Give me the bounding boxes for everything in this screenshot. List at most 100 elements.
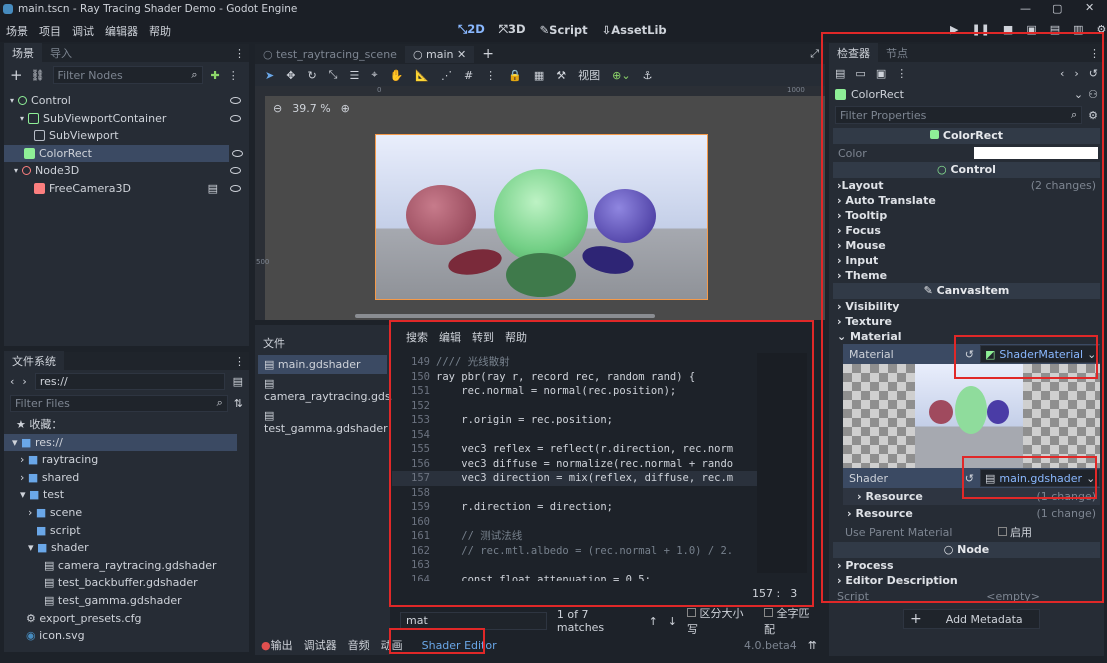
- add-tab-icon[interactable]: +: [474, 46, 502, 62]
- list-item[interactable]: ▤ camera_raytracing.gdshader: [4, 557, 249, 575]
- snap-icon[interactable]: ⋰: [441, 69, 452, 82]
- zoom-out-button[interactable]: ⊖: [273, 102, 282, 115]
- tab-debugger[interactable]: 调试器: [304, 637, 337, 653]
- find-prev-icon[interactable]: ↑: [649, 615, 658, 628]
- view-menu[interactable]: 视图: [578, 67, 600, 83]
- minimize-button[interactable]: —: [1020, 2, 1031, 15]
- tab-3d[interactable]: ⤧3D: [499, 22, 526, 37]
- add-metadata-button[interactable]: + Add Metadata: [903, 609, 1040, 629]
- canvas-toolbar: ➤ ✥ ↻ ⤡ ☰ ⌖ ✋ 📐 ⋰ # ⋮ 🔒 ▦ ⚒ 视图 ⊕⌄ ⚓: [255, 64, 825, 86]
- tab-output[interactable]: ●输出: [261, 637, 293, 653]
- shader-file-item[interactable]: ▤ test_gamma.gdshader: [258, 406, 388, 438]
- zoom-level[interactable]: 39.7 %: [292, 102, 330, 115]
- shader-file-item[interactable]: ▤ camera_raytracing.gds...: [258, 374, 401, 406]
- filter-files-input[interactable]: Filter Files ⌕: [10, 394, 228, 412]
- list-item[interactable]: › ■ raytracing: [4, 451, 249, 469]
- maximize-button[interactable]: ▢: [1052, 2, 1062, 15]
- pin-icon[interactable]: ⇈: [808, 639, 817, 652]
- dock-menu-icon[interactable]: ⋮: [234, 47, 245, 60]
- tab-assetlib[interactable]: ⇩AssetLib: [602, 23, 667, 37]
- visibility-icon[interactable]: [230, 167, 241, 175]
- rotate-tool-icon[interactable]: ↻: [307, 69, 316, 82]
- list-item[interactable]: ■ script: [4, 522, 249, 540]
- tree-node[interactable]: ▾ Node3D: [4, 162, 249, 180]
- whole-words-checkbox[interactable]: 全字匹配: [763, 605, 820, 637]
- select-tool-icon[interactable]: ➤: [265, 69, 274, 82]
- tree-node[interactable]: ▾ Control: [4, 92, 249, 110]
- control-icon: [18, 96, 28, 106]
- add-metadata-label: Add Metadata: [945, 612, 1023, 626]
- menu-help[interactable]: 帮助: [149, 23, 171, 39]
- sort-icon[interactable]: ⇅: [234, 397, 243, 410]
- tree-node[interactable]: SubViewport: [4, 127, 249, 145]
- move-tool-icon[interactable]: ✥: [286, 69, 295, 82]
- list-item[interactable]: ◉ icon.svg: [4, 627, 249, 645]
- tab-2d[interactable]: ⤡2D: [458, 22, 485, 37]
- add-node-icon[interactable]: +: [10, 66, 23, 84]
- more-icon[interactable]: ⋮: [485, 69, 496, 82]
- menu-project[interactable]: 项目: [39, 23, 61, 39]
- scene-menu-icon[interactable]: ⋮: [228, 69, 239, 82]
- visibility-icon[interactable]: [230, 184, 241, 192]
- tree-node[interactable]: ▾ SubViewportContainer: [4, 110, 249, 128]
- list-item[interactable]: ▾ ■ shader: [4, 539, 249, 557]
- anchor-icon[interactable]: ⚓: [643, 69, 653, 82]
- attach-script-icon[interactable]: ✚: [211, 69, 220, 82]
- menu-scene[interactable]: 场景: [6, 23, 28, 39]
- expand-icon[interactable]: ▾: [20, 114, 24, 123]
- list-item[interactable]: ▤ test_backbuffer.gdshader: [4, 574, 249, 592]
- visibility-icon[interactable]: [230, 114, 241, 122]
- expand-icon[interactable]: ▾: [14, 166, 18, 175]
- path-field[interactable]: res://: [34, 372, 225, 390]
- tree-node[interactable]: FreeCamera3D ▤: [4, 180, 249, 198]
- list-item[interactable]: ▾ ■ test: [4, 486, 249, 504]
- tab-audio[interactable]: 音频: [348, 637, 370, 653]
- list-tool-icon[interactable]: ☰: [349, 69, 359, 82]
- find-next-icon[interactable]: ↓: [668, 615, 677, 628]
- scale-tool-icon[interactable]: ⤡: [329, 68, 338, 82]
- forward-icon[interactable]: ›: [22, 375, 26, 388]
- list-item[interactable]: › ■ shared: [4, 469, 249, 487]
- lock-icon[interactable]: 🔒: [508, 69, 522, 82]
- favorites-header[interactable]: ★ 收藏：: [4, 416, 249, 434]
- split-view-icon[interactable]: ▤: [233, 375, 243, 388]
- reflection-red: [446, 245, 504, 279]
- list-item[interactable]: ▾ ■ res://: [4, 433, 237, 452]
- menu-debug[interactable]: 调试: [72, 23, 94, 39]
- h-scrollbar[interactable]: [355, 314, 655, 318]
- list-item[interactable]: ⚙ export_presets.cfg: [4, 610, 249, 628]
- pivot-tool-icon[interactable]: ⌖: [371, 68, 377, 82]
- visibility-icon[interactable]: [230, 97, 241, 105]
- close-button[interactable]: ✕: [1085, 1, 1094, 14]
- visibility-icon[interactable]: [232, 149, 243, 157]
- pan-tool-icon[interactable]: ✋: [390, 69, 404, 82]
- tab-test-raytracing-scene[interactable]: ○ test_raytracing_scene: [255, 46, 405, 63]
- link-icon[interactable]: ⛓: [31, 69, 45, 82]
- close-tab-icon[interactable]: ✕: [457, 48, 466, 61]
- tab-main[interactable]: ○ main ✕: [404, 45, 475, 63]
- shader-file-item[interactable]: ▤ main.gdshader: [258, 355, 387, 374]
- skeleton-icon[interactable]: ⚒: [556, 69, 566, 82]
- tab-scene[interactable]: 场景: [4, 43, 42, 63]
- shader-files-title: 文件: [263, 337, 285, 350]
- add-icon: +: [910, 610, 922, 627]
- match-case-checkbox[interactable]: 区分大小写: [687, 605, 754, 637]
- menu-editor[interactable]: 编辑器: [105, 23, 138, 39]
- add-anchor-icon[interactable]: ⊕⌄: [612, 69, 630, 82]
- zoom-in-button[interactable]: ⊕: [341, 102, 350, 115]
- filter-nodes-input[interactable]: Filter Nodes ⌕: [52, 66, 203, 84]
- grid-icon[interactable]: #: [464, 69, 473, 82]
- tab-import[interactable]: 导入: [42, 43, 80, 63]
- group-icon[interactable]: ▦: [534, 69, 544, 82]
- canvas-viewport[interactable]: 0 1000 500 ⊖ 39.7 % ⊕: [255, 86, 825, 320]
- back-icon[interactable]: ‹: [10, 375, 14, 388]
- tree-node-selected[interactable]: ColorRect: [4, 144, 243, 162]
- list-item[interactable]: ▤ test_gamma.gdshader: [4, 592, 249, 610]
- distraction-free-icon[interactable]: ⤢: [810, 47, 819, 61]
- ruler-tool-icon[interactable]: 📐: [415, 69, 429, 82]
- list-item[interactable]: › ■ scene: [4, 504, 249, 522]
- script-icon[interactable]: ▤: [208, 182, 218, 195]
- dock-menu-icon[interactable]: ⋮: [234, 355, 245, 368]
- tab-script[interactable]: ✎Script: [540, 23, 588, 37]
- expand-icon[interactable]: ▾: [10, 96, 14, 105]
